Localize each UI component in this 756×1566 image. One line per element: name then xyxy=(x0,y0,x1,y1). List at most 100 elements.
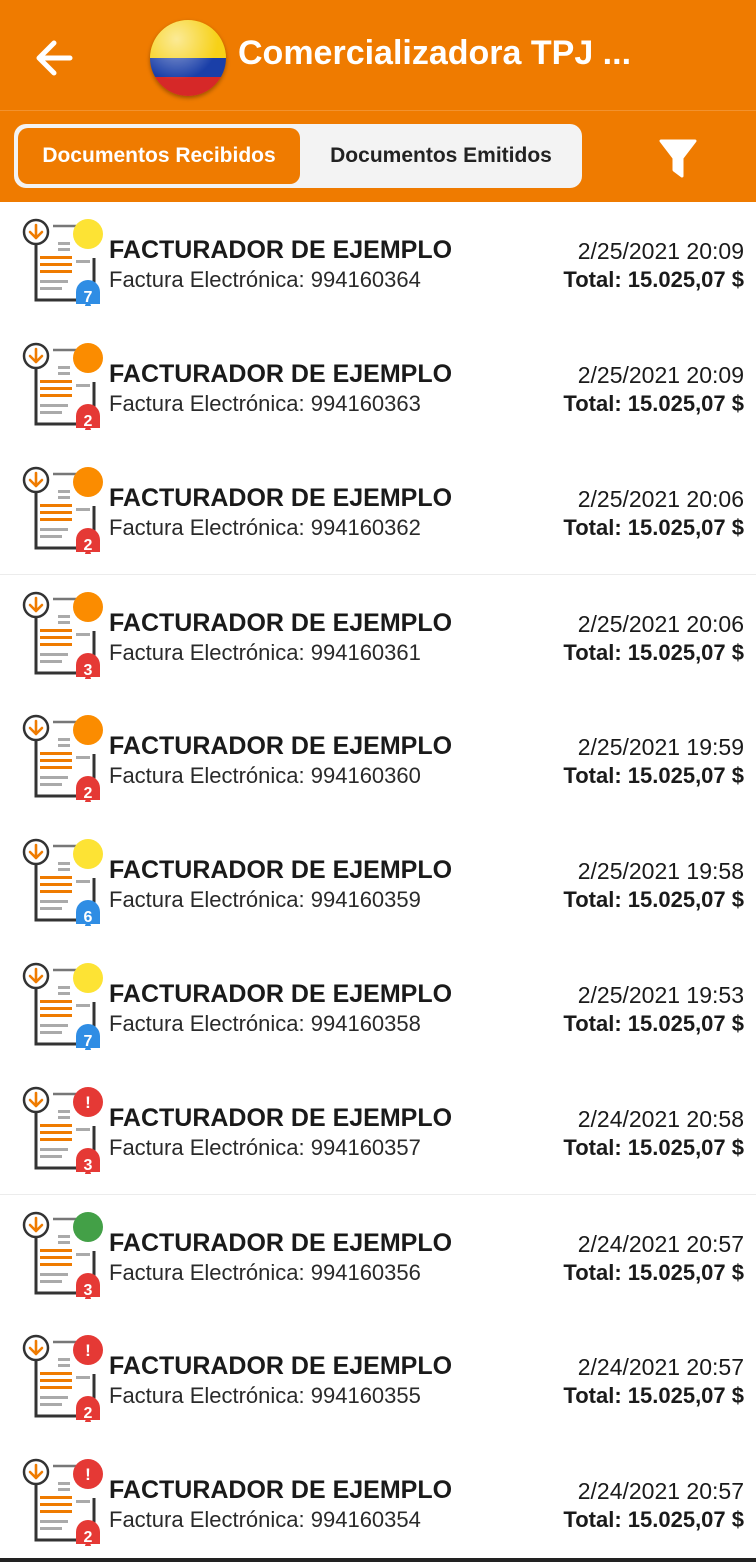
alert-count: 6 xyxy=(84,909,93,926)
document-row[interactable]: 2 FACTURADOR DE EJEMPLO Factura Electrónic… xyxy=(0,450,756,574)
document-number: Factura Electrónica: 994160354 xyxy=(109,1507,421,1532)
document-total: Total: 15.025,07 $ xyxy=(563,391,744,416)
app-header: Comercializadora TPJ ... Documentos Reci… xyxy=(0,0,756,202)
document-number: Factura Electrónica: 994160359 xyxy=(109,887,421,912)
page-title: Comercializadora TPJ ... xyxy=(238,34,632,72)
invoice-document-icon: 3 xyxy=(22,1211,103,1299)
issuer-name: FACTURADOR DE EJEMPLO xyxy=(109,732,453,760)
bottom-divider xyxy=(0,1558,756,1562)
document-total: Total: 15.025,07 $ xyxy=(563,515,744,540)
document-total: Total: 15.025,07 $ xyxy=(563,1260,744,1285)
issuer-name: FACTURADOR DE EJEMPLO xyxy=(109,1352,453,1380)
status-dot xyxy=(73,715,103,745)
document-date: 2/25/2021 20:09 xyxy=(577,362,744,388)
arrow-left-icon xyxy=(36,40,73,76)
status-dot xyxy=(73,219,103,249)
issuer-name: FACTURADOR DE EJEMPLO xyxy=(109,484,453,512)
alert-count: 2 xyxy=(84,1405,93,1422)
alert-count: 2 xyxy=(84,1529,93,1546)
svg-text:!: ! xyxy=(85,1465,91,1484)
invoice-document-icon: 3 xyxy=(22,591,103,679)
svg-text:!: ! xyxy=(85,1093,91,1112)
document-date: 2/25/2021 19:53 xyxy=(577,982,744,1008)
tab-documentos-recibidos[interactable]: Documentos Recibidos xyxy=(18,128,300,184)
issuer-name: FACTURADOR DE EJEMPLO xyxy=(109,609,453,637)
invoice-document-icon: !2 xyxy=(22,1334,103,1422)
document-total: Total: 15.025,07 $ xyxy=(563,640,744,665)
document-number: Factura Electrónica: 994160357 xyxy=(109,1135,421,1160)
alert-count: 3 xyxy=(84,662,93,679)
status-dot xyxy=(73,467,103,497)
document-total: Total: 15.025,07 $ xyxy=(563,1383,744,1408)
invoice-document-icon: 7 xyxy=(22,218,103,306)
document-number: Factura Electrónica: 994160361 xyxy=(109,640,421,665)
invoice-document-icon: 6 xyxy=(22,838,103,926)
alert-count: 2 xyxy=(84,785,93,802)
issuer-name: FACTURADOR DE EJEMPLO xyxy=(109,1229,453,1257)
document-date: 2/24/2021 20:58 xyxy=(577,1106,744,1132)
document-number: Factura Electrónica: 994160364 xyxy=(109,267,421,292)
document-date: 2/25/2021 19:59 xyxy=(577,734,744,760)
document-date: 2/25/2021 20:09 xyxy=(577,238,744,264)
document-date: 2/24/2021 20:57 xyxy=(577,1478,744,1504)
issuer-name: FACTURADOR DE EJEMPLO xyxy=(109,1104,453,1132)
status-dot xyxy=(73,839,103,869)
top-bar: Comercializadora TPJ ... xyxy=(0,0,756,111)
document-number: Factura Electrónica: 994160358 xyxy=(109,1011,421,1036)
issuer-name: FACTURADOR DE EJEMPLO xyxy=(109,236,453,264)
document-date: 2/25/2021 20:06 xyxy=(577,486,744,512)
document-row[interactable]: 7 FACTURADOR DE EJEMPLO Factura Electrónic… xyxy=(0,946,756,1070)
issuer-name: FACTURADOR DE EJEMPLO xyxy=(109,856,453,884)
document-number: Factura Electrónica: 994160355 xyxy=(109,1383,421,1408)
alert-count: 2 xyxy=(84,537,93,554)
document-number: Factura Electrónica: 994160362 xyxy=(109,515,421,540)
alert-count: 7 xyxy=(84,1033,93,1050)
status-dot xyxy=(73,1212,103,1242)
document-row[interactable]: 3 FACTURADOR DE EJEMPLO Factura Electrónic… xyxy=(0,574,756,698)
document-number: Factura Electrónica: 994160360 xyxy=(109,763,421,788)
alert-count: 3 xyxy=(84,1157,93,1174)
issuer-name: FACTURADOR DE EJEMPLO xyxy=(109,980,453,1008)
status-dot xyxy=(73,963,103,993)
document-total: Total: 15.025,07 $ xyxy=(563,1011,744,1036)
document-row[interactable]: ! 2 FACTURADOR DE EJEMPLO Factura Electróni… xyxy=(0,1442,756,1566)
invoice-document-icon: 7 xyxy=(22,962,103,1050)
document-date: 2/25/2021 19:58 xyxy=(577,858,744,884)
document-row[interactable]: 2 FACTURADOR DE EJEMPLO Factura Electrónic… xyxy=(0,698,756,822)
document-date: 2/24/2021 20:57 xyxy=(577,1354,744,1380)
document-total: Total: 15.025,07 $ xyxy=(563,267,744,292)
document-date: 2/24/2021 20:57 xyxy=(577,1231,744,1257)
document-row[interactable]: 2 FACTURADOR DE EJEMPLO Factura Electrónic… xyxy=(0,326,756,450)
document-type-tabs: Documentos Recibidos Documentos Emitidos xyxy=(14,124,582,188)
svg-text:!: ! xyxy=(85,1341,91,1360)
invoice-document-icon: !2 xyxy=(22,1458,103,1546)
issuer-name: FACTURADOR DE EJEMPLO xyxy=(109,1476,453,1504)
invoice-document-icon: 2 xyxy=(22,466,103,554)
document-total: Total: 15.025,07 $ xyxy=(563,763,744,788)
filter-button[interactable] xyxy=(656,136,700,182)
document-row[interactable]: ! 3 FACTURADOR DE EJEMPLO Factura Electróni… xyxy=(0,1070,756,1194)
invoice-document-icon: 2 xyxy=(22,342,103,430)
filter-funnel-icon xyxy=(659,139,697,178)
document-total: Total: 15.025,07 $ xyxy=(563,887,744,912)
colombia-flag-icon xyxy=(150,20,226,96)
document-row[interactable]: 7 FACTURADOR DE EJEMPLO Factura Electrónic… xyxy=(0,202,756,326)
back-button[interactable] xyxy=(24,28,84,88)
document-number: Factura Electrónica: 994160356 xyxy=(109,1260,421,1285)
status-dot xyxy=(73,592,103,622)
document-total: Total: 15.025,07 $ xyxy=(563,1135,744,1160)
alert-count: 3 xyxy=(84,1282,93,1299)
invoice-document-icon: 2 xyxy=(22,714,103,802)
document-row[interactable]: 6 FACTURADOR DE EJEMPLO Factura Electrónic… xyxy=(0,822,756,946)
document-date: 2/25/2021 20:06 xyxy=(577,611,744,637)
invoice-document-icon: !3 xyxy=(22,1086,103,1174)
document-row[interactable]: 3 FACTURADOR DE EJEMPLO Factura Electrónic… xyxy=(0,1194,756,1318)
alert-count: 7 xyxy=(84,289,93,306)
tab-documentos-emitidos[interactable]: Documentos Emitidos xyxy=(304,128,578,184)
document-total: Total: 15.025,07 $ xyxy=(563,1507,744,1532)
alert-count: 2 xyxy=(84,413,93,430)
status-dot xyxy=(73,343,103,373)
document-number: Factura Electrónica: 994160363 xyxy=(109,391,421,416)
document-row[interactable]: ! 2 FACTURADOR DE EJEMPLO Factura Electróni… xyxy=(0,1318,756,1442)
document-list: 7 FACTURADOR DE EJEMPLO Factura Electrónic… xyxy=(0,202,756,1566)
